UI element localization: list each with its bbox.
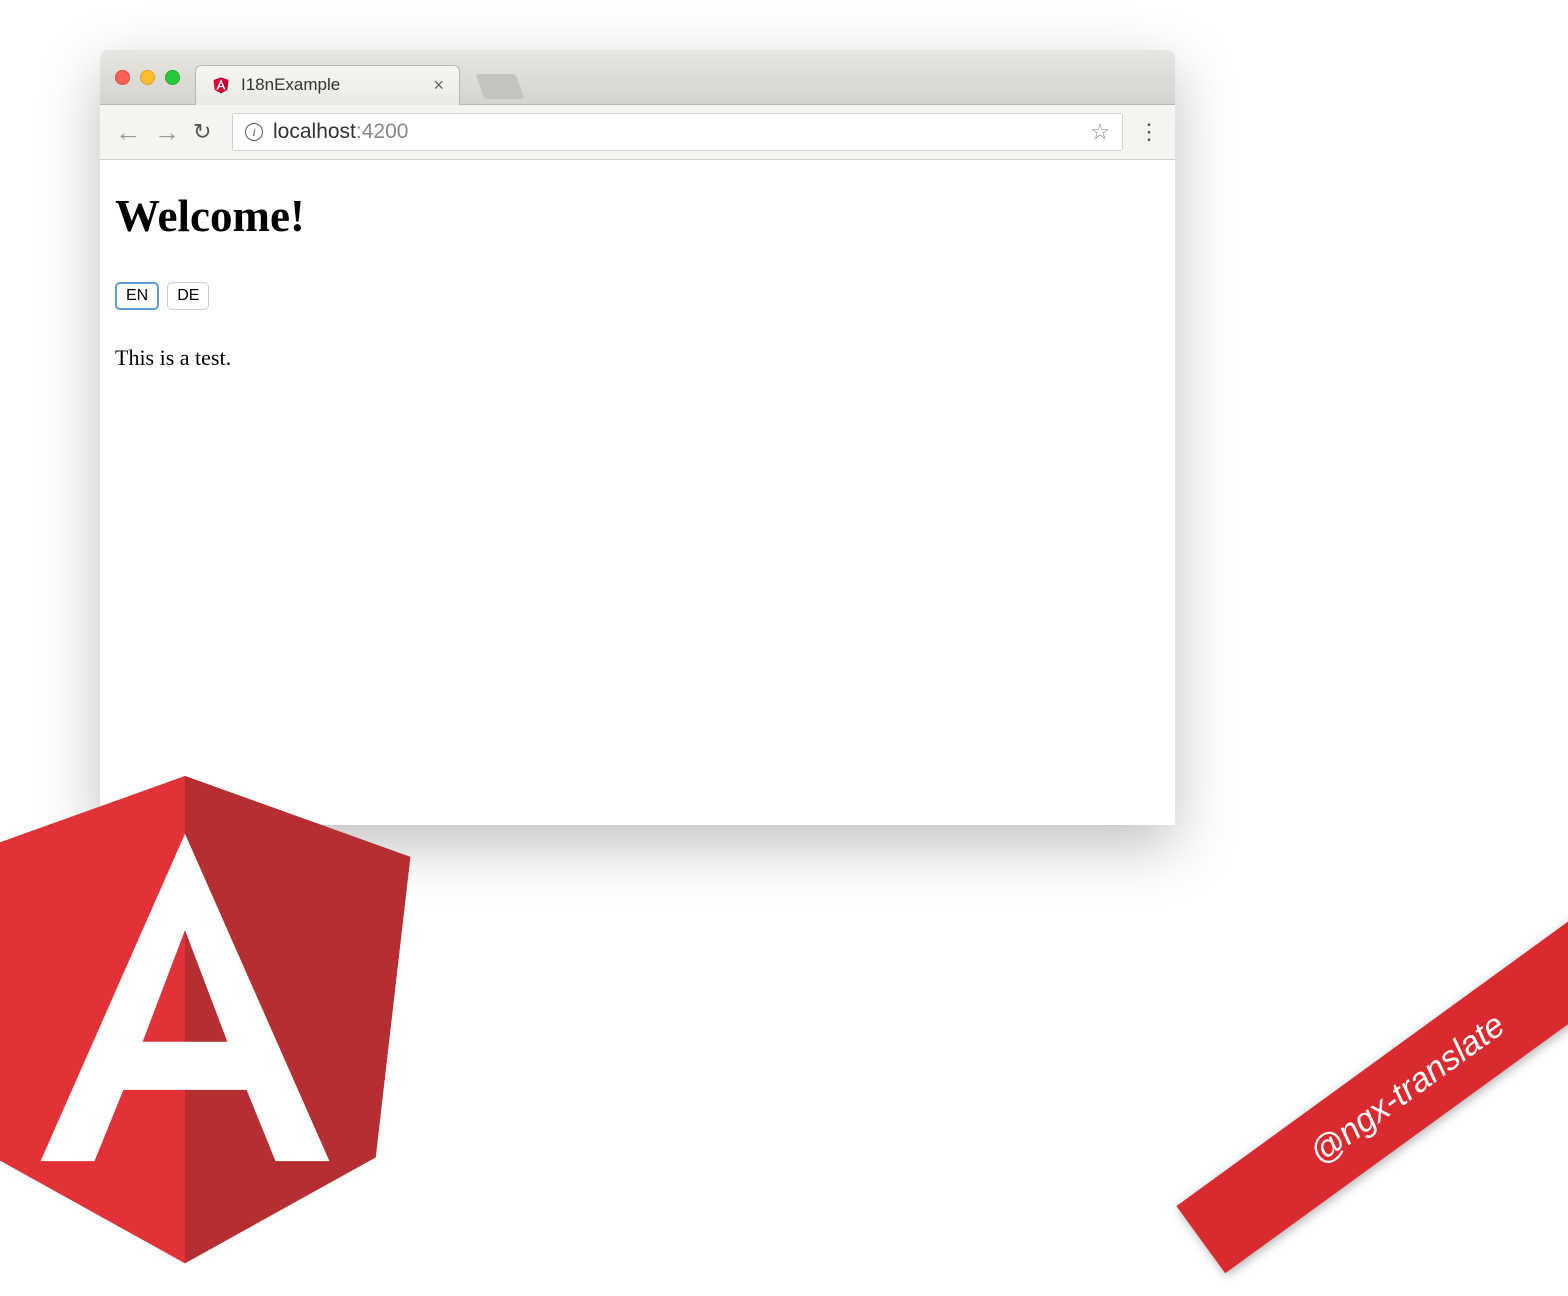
url-port: :4200: [356, 120, 409, 143]
new-tab-button[interactable]: [475, 74, 524, 99]
browser-tab[interactable]: I18nExample ×: [195, 65, 460, 105]
title-bar: I18nExample ×: [100, 50, 1175, 105]
bookmark-star-icon[interactable]: ☆: [1090, 119, 1110, 145]
url-text: localhost:4200: [273, 120, 1080, 144]
browser-menu-icon[interactable]: ⋮: [1138, 119, 1160, 145]
url-host: localhost: [273, 120, 356, 143]
lang-en-button[interactable]: EN: [115, 282, 159, 310]
back-button[interactable]: ←: [115, 117, 139, 148]
angular-favicon-icon: [211, 75, 231, 95]
close-window-button[interactable]: [115, 70, 130, 85]
maximize-window-button[interactable]: [165, 70, 180, 85]
forward-button[interactable]: →: [154, 117, 178, 148]
address-bar: ← → ↻ i localhost:4200 ☆ ⋮: [100, 105, 1175, 160]
reload-button[interactable]: ↻: [193, 119, 217, 145]
traffic-lights: [115, 70, 180, 85]
language-buttons: EN DE: [115, 282, 1160, 310]
browser-window: I18nExample × ← → ↻ i localhost:4200 ☆ ⋮…: [100, 50, 1175, 825]
ngx-translate-ribbon: @ngx-translate: [1176, 906, 1568, 1274]
minimize-window-button[interactable]: [140, 70, 155, 85]
tab-title: I18nExample: [241, 75, 423, 95]
url-input[interactable]: i localhost:4200 ☆: [232, 113, 1123, 151]
angular-logo-icon: [0, 776, 430, 1296]
page-heading: Welcome!: [115, 190, 1160, 242]
body-text: This is a test.: [115, 345, 1160, 371]
tab-close-icon[interactable]: ×: [433, 75, 444, 96]
lang-de-button[interactable]: DE: [167, 282, 209, 310]
site-info-icon[interactable]: i: [245, 123, 263, 141]
page-content: Welcome! EN DE This is a test.: [100, 160, 1175, 825]
